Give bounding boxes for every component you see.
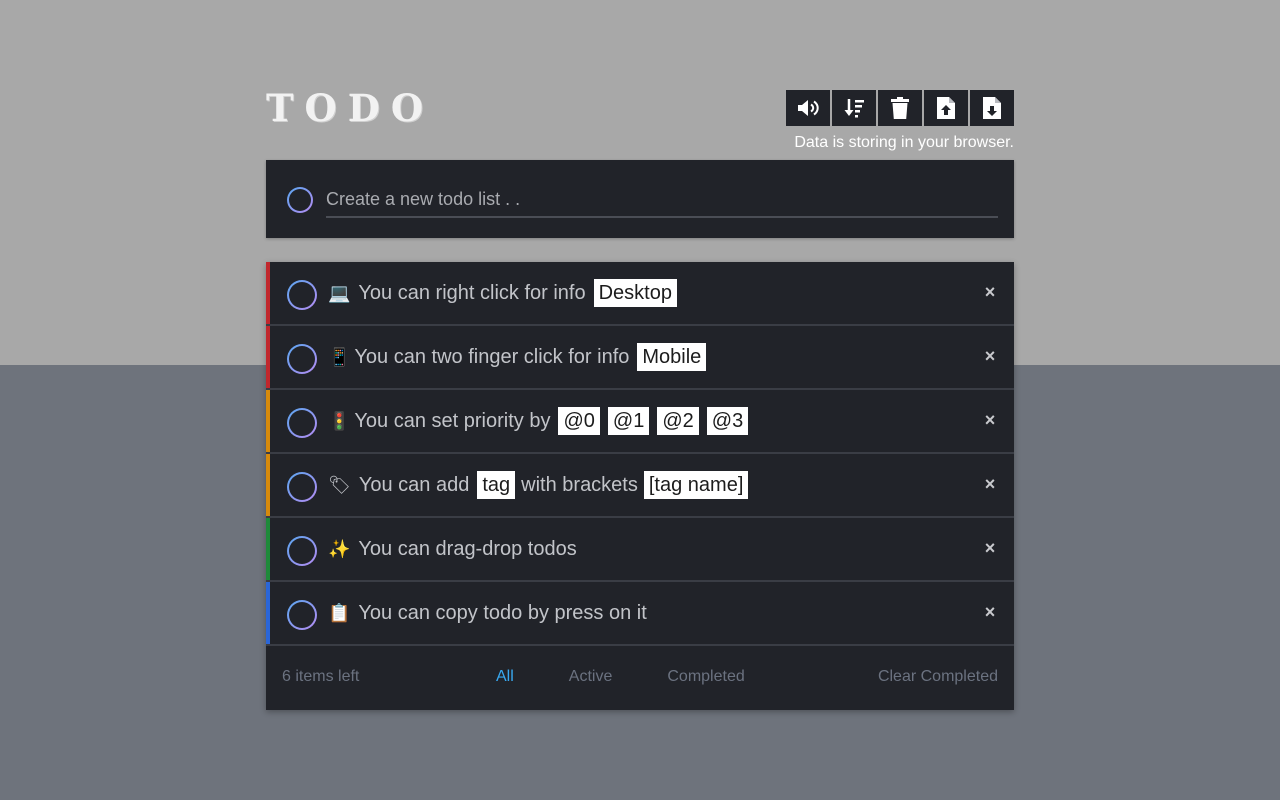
trash-icon — [891, 97, 909, 119]
priority-bar — [266, 454, 270, 516]
todo-text: 🏷 You can add tag with brackets [tag nam… — [328, 454, 752, 516]
clipboard-icon: 📋 — [328, 602, 351, 624]
todo-tag: Desktop — [593, 279, 677, 307]
filter-completed[interactable]: Completed — [667, 668, 744, 686]
sort-icon — [843, 97, 865, 119]
new-todo-ring-icon — [287, 187, 313, 213]
delete-all-button[interactable] — [878, 90, 922, 126]
complete-toggle[interactable] — [287, 600, 317, 630]
todo-label: You can set priority by — [354, 409, 551, 432]
todo-item[interactable]: 🏷 You can add tag with brackets [tag nam… — [266, 454, 1014, 518]
complete-toggle[interactable] — [287, 280, 317, 310]
todo-tag: @0 — [558, 407, 600, 435]
todo-label: You can two finger click for info — [354, 345, 630, 368]
todo-label: with brackets — [521, 473, 638, 496]
todo-tag: tag — [477, 471, 516, 499]
todo-tag: @2 — [657, 407, 699, 435]
delete-todo-button[interactable]: × — [982, 474, 998, 494]
todo-tag: @3 — [706, 407, 749, 435]
priority-bar — [266, 582, 270, 644]
toolbar — [786, 90, 1014, 126]
storage-note: Data is storing in your browser. — [794, 134, 1014, 151]
todo-tag: Mobile — [637, 343, 707, 371]
export-button[interactable] — [970, 90, 1014, 126]
filter-active[interactable]: Active — [569, 668, 613, 686]
todo-text: 📱 You can two finger click for info Mobi… — [328, 326, 710, 388]
todo-item[interactable]: 📋 You can copy todo by press on it × — [266, 582, 1014, 646]
todo-footer: 6 items left All Active Completed Clear … — [266, 646, 1014, 710]
todo-text: 🚦 You can set priority by @0 @1 @2 @3 — [328, 390, 752, 452]
import-button[interactable] — [924, 90, 968, 126]
todo-tag: @1 — [607, 407, 650, 435]
todo-label: You can right click for info — [358, 281, 586, 304]
header: TODO Data is storing in your browser. — [266, 86, 1014, 151]
volume-icon — [796, 98, 820, 118]
sparkles-icon: ✨ — [328, 538, 351, 560]
sort-button[interactable] — [832, 90, 876, 126]
file-download-icon — [983, 97, 1001, 119]
priority-bar — [266, 518, 270, 580]
todo-item[interactable]: 💻 You can right click for info Desktop × — [266, 262, 1014, 326]
complete-toggle[interactable] — [287, 536, 317, 566]
todo-item[interactable]: 📱 You can two finger click for info Mobi… — [266, 326, 1014, 390]
delete-todo-button[interactable]: × — [982, 602, 998, 622]
complete-toggle[interactable] — [287, 472, 317, 502]
priority-bar — [266, 326, 270, 388]
filter-group: All Active Completed — [496, 668, 745, 686]
todo-label: You can drag-drop todos — [358, 537, 577, 560]
new-todo-panel — [266, 160, 1014, 238]
sound-toggle-button[interactable] — [786, 90, 830, 126]
clear-completed-button[interactable]: Clear Completed — [878, 668, 998, 686]
delete-todo-button[interactable]: × — [982, 282, 998, 302]
todo-text: 📋 You can copy todo by press on it — [328, 582, 647, 644]
file-upload-icon — [937, 97, 955, 119]
todo-text: ✨ You can drag-drop todos — [328, 518, 577, 580]
label-tag-icon: 🏷 — [328, 474, 351, 496]
items-left-count: 6 items left — [282, 668, 360, 685]
todo-label: You can add — [358, 473, 470, 496]
todo-item[interactable]: ✨ You can drag-drop todos × — [266, 518, 1014, 582]
delete-todo-button[interactable]: × — [982, 346, 998, 366]
todo-item[interactable]: 🚦 You can set priority by @0 @1 @2 @3 × — [266, 390, 1014, 454]
complete-toggle[interactable] — [287, 408, 317, 438]
priority-bar — [266, 262, 270, 324]
todo-tag: [tag name] — [643, 471, 749, 499]
todo-label: You can copy todo by press on it — [358, 601, 647, 624]
mobile-phone-icon: 📱 — [328, 346, 351, 368]
filter-all[interactable]: All — [496, 668, 514, 686]
new-todo-input[interactable] — [326, 182, 998, 218]
complete-toggle[interactable] — [287, 344, 317, 374]
priority-bar — [266, 390, 270, 452]
delete-todo-button[interactable]: × — [982, 410, 998, 430]
app-logo: TODO — [266, 86, 435, 130]
traffic-light-icon: 🚦 — [328, 410, 351, 432]
todo-list: 💻 You can right click for info Desktop ×… — [266, 262, 1014, 710]
laptop-icon: 💻 — [328, 282, 351, 304]
delete-todo-button[interactable]: × — [982, 538, 998, 558]
todo-text: 💻 You can right click for info Desktop — [328, 262, 681, 324]
